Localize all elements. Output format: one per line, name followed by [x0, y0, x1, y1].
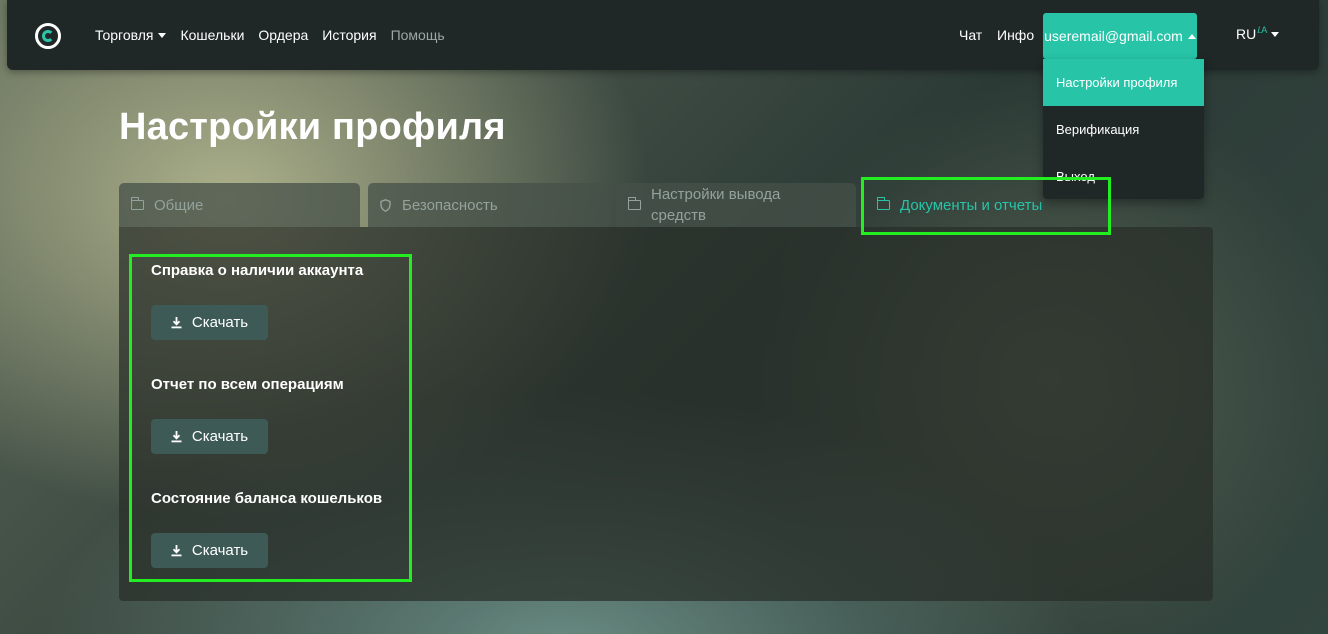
document-title: Отчет по всем операциям: [151, 376, 344, 393]
user-dropdown-menu: Настройки профиля Верификация Выход: [1043, 59, 1204, 199]
caret-up-icon: [1187, 33, 1196, 39]
documents-panel: Справка о наличии аккаунта Скачать Отчет…: [119, 227, 1213, 601]
document-title: Справка о наличии аккаунта: [151, 262, 364, 279]
tab-withdrawal-settings[interactable]: Настройки вывода средств: [616, 183, 856, 227]
nav-item-trading[interactable]: Торговля: [95, 27, 167, 43]
shield-icon: [380, 198, 391, 212]
menu-item-logout[interactable]: Выход: [1043, 153, 1204, 200]
tab-label: Документы и отчеты: [900, 196, 1043, 214]
user-email: useremail@gmail.com: [1044, 28, 1183, 44]
language-label: RU: [1236, 26, 1257, 42]
download-icon: [171, 430, 182, 442]
nav-item-label: Торговля: [95, 27, 154, 43]
document-title: Состояние баланса кошельков: [151, 490, 383, 507]
nav-item-wallets[interactable]: Кошельки: [180, 27, 244, 43]
tab-label: Общие: [154, 196, 204, 214]
nav-item-help[interactable]: Помощь: [391, 27, 445, 43]
tab-label: Настройки вывода средств: [651, 186, 781, 224]
nav-item-history[interactable]: История: [322, 27, 376, 43]
info-link[interactable]: Инфо: [997, 27, 1034, 43]
download-icon: [171, 316, 182, 328]
tab-general[interactable]: Общие: [119, 183, 360, 227]
download-label: Скачать: [191, 428, 249, 445]
download-button[interactable]: Скачать: [151, 533, 268, 568]
tab-security[interactable]: Безопасность: [368, 183, 609, 227]
menu-item-profile-settings[interactable]: Настройки профиля: [1043, 59, 1204, 106]
language-selector[interactable]: RU 𝐿A: [1236, 24, 1280, 42]
download-icon: [171, 544, 182, 556]
chat-link[interactable]: Чат: [959, 27, 982, 43]
folder-icon: [627, 197, 641, 210]
caret-down-icon: [1271, 31, 1280, 37]
folder-icon: [876, 197, 890, 210]
user-menu-button[interactable]: useremail@gmail.com: [1043, 13, 1197, 59]
caret-down-icon: [158, 32, 167, 38]
translate-icon: 𝐿A: [1257, 24, 1267, 35]
logo-icon[interactable]: [35, 23, 61, 49]
download-button[interactable]: Скачать: [151, 305, 268, 340]
nav-item-orders[interactable]: Ордера: [258, 27, 308, 43]
download-label: Скачать: [191, 314, 249, 331]
menu-item-verification[interactable]: Верификация: [1043, 106, 1204, 153]
main-nav: Торговля Кошельки Ордера История Помощь: [95, 27, 459, 43]
folder-icon: [130, 197, 144, 210]
page-title: Настройки профиля: [119, 106, 506, 148]
tab-label: Безопасность: [402, 196, 498, 214]
download-label: Скачать: [191, 542, 249, 559]
download-button[interactable]: Скачать: [151, 419, 268, 454]
